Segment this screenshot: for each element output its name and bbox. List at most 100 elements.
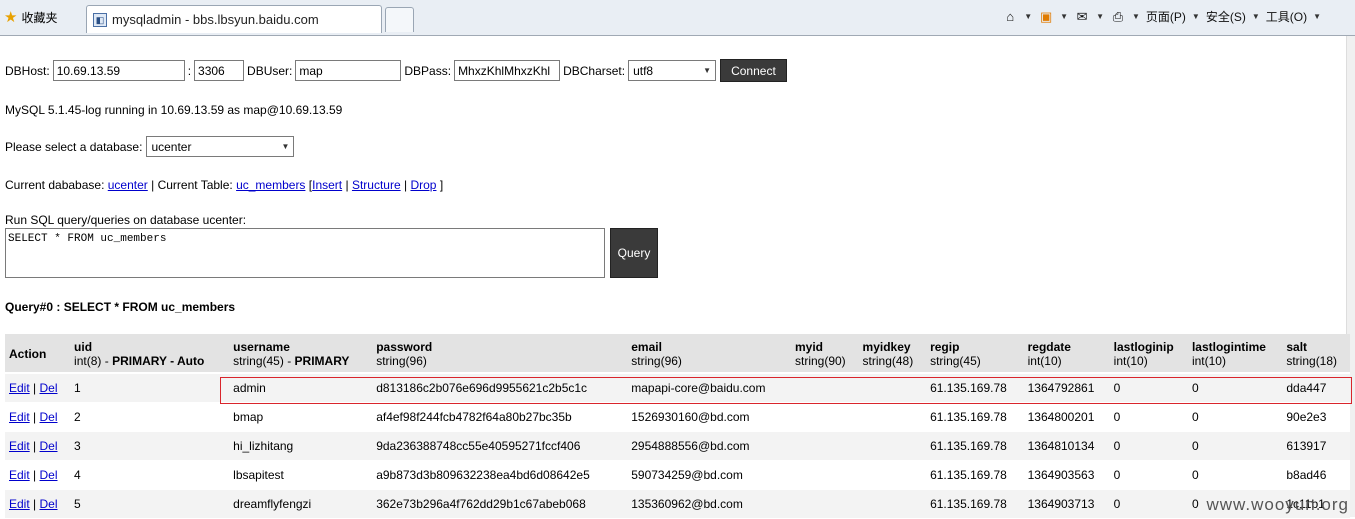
password-input[interactable]: [454, 60, 561, 81]
cell-regip: 61.135.169.78: [926, 431, 1024, 461]
delete-link[interactable]: Del: [40, 497, 58, 511]
chevron-down-icon[interactable]: ▼: [1132, 12, 1140, 21]
cell-email: mapapi-core@baidu.com: [627, 373, 791, 403]
column-type: string(45): [930, 354, 981, 368]
edit-link[interactable]: Edit: [9, 468, 30, 482]
column-name: lastlogintime: [1191, 340, 1266, 354]
edit-link[interactable]: Edit: [9, 439, 30, 453]
cell-password: af4ef98f244fcb4782f64a80b27bc35b: [372, 402, 628, 432]
favorites-button[interactable]: ★ 收藏夹: [4, 7, 57, 27]
drop-link[interactable]: Drop: [410, 178, 436, 192]
menu-tools[interactable]: 工具(O): [1266, 8, 1307, 25]
cell-regdate: 1364810134: [1023, 431, 1110, 461]
browser-toolbar: ★ 收藏夹 ◧ mysqladmin - bbs.lbsyun.baidu.co…: [0, 0, 1355, 36]
page-favicon-icon: ◧: [93, 12, 107, 27]
favorites-label: 收藏夹: [21, 10, 58, 25]
column-header-password: password string(96): [372, 334, 628, 374]
edit-link[interactable]: Edit: [9, 497, 30, 511]
row-actions: Edit | Del: [5, 373, 71, 403]
print-icon[interactable]: ⎙: [1110, 9, 1126, 25]
column-header-uid: uid int(8) - PRIMARY - Auto: [70, 334, 230, 374]
cell-email: 590734259@bd.com: [627, 460, 791, 490]
column-name: regdate: [1027, 340, 1071, 354]
chevron-down-icon: ▼: [281, 142, 290, 151]
bracket-close: ]: [439, 178, 444, 192]
query-result-title: Query#0 : SELECT * FROM uc_members: [5, 300, 236, 314]
delete-link[interactable]: Del: [40, 381, 58, 395]
cell-myid: [790, 431, 859, 461]
delete-link[interactable]: Del: [40, 468, 58, 482]
cell-uid: 5: [70, 489, 230, 519]
browser-tab-active[interactable]: ◧ mysqladmin - bbs.lbsyun.baidu.com: [86, 5, 382, 33]
row-actions: Edit | Del: [5, 460, 71, 490]
cell-regdate: 1364903713: [1023, 489, 1110, 519]
run-sql-label: Run SQL query/queries on database ucente…: [5, 213, 247, 227]
result-table: Action uid int(8) - PRIMARY - Auto usernam…: [5, 334, 1350, 519]
charset-select[interactable]: utf8 ▼: [628, 60, 717, 81]
user-input[interactable]: [295, 60, 402, 81]
cell-myid: [790, 402, 859, 432]
action-separator: |: [33, 381, 37, 395]
action-separator: |: [33, 410, 37, 424]
tab-title: mysqladmin - bbs.lbsyun.baidu.com: [112, 12, 319, 27]
connect-button[interactable]: Connect: [720, 59, 787, 82]
separator: |: [403, 178, 408, 192]
current-table-link[interactable]: uc_members: [236, 178, 305, 192]
structure-link[interactable]: Structure: [352, 178, 401, 192]
chevron-down-icon[interactable]: ▼: [1060, 12, 1068, 21]
cell-password: d813186c2b076e696d9955621c2b5c1c: [372, 373, 628, 403]
star-icon: ★: [4, 8, 18, 26]
cell-username: dreamflyfengzi: [229, 489, 373, 519]
cell-uid: 1: [70, 373, 230, 403]
new-tab-button[interactable]: [385, 7, 414, 32]
cell-password: 9da236388748cc55e40595271fccf406: [372, 431, 628, 461]
table-row: Edit | Del 2 bmap af4ef98f244fcb4782f64a80b…: [5, 402, 1350, 432]
port-separator: :: [187, 63, 192, 78]
chevron-down-icon[interactable]: ▼: [1313, 12, 1321, 21]
chevron-down-icon[interactable]: ▼: [1252, 12, 1260, 21]
current-table-label: | Current Table:: [151, 178, 233, 192]
current-db-link[interactable]: ucenter: [108, 178, 148, 192]
feeds-icon[interactable]: ▣: [1038, 9, 1054, 25]
cell-username: bmap: [229, 402, 373, 432]
home-icon[interactable]: ⌂: [1002, 9, 1018, 25]
delete-link[interactable]: Del: [40, 439, 58, 453]
cell-myid: [790, 373, 859, 403]
chevron-down-icon[interactable]: ▼: [1192, 12, 1200, 21]
edit-link[interactable]: Edit: [9, 381, 30, 395]
cell-salt: b8ad46: [1282, 460, 1350, 490]
insert-link[interactable]: Insert: [312, 178, 342, 192]
select-db-label: Please select a database:: [5, 139, 143, 154]
chevron-down-icon[interactable]: ▼: [1024, 12, 1032, 21]
sql-textarea[interactable]: SELECT * FROM uc_members: [5, 228, 605, 278]
column-name: password: [376, 340, 433, 354]
chevron-down-icon[interactable]: ▼: [1096, 12, 1104, 21]
cell-lastlogintime: 0: [1187, 402, 1283, 432]
edit-link[interactable]: Edit: [9, 410, 30, 424]
cell-email: 2954888556@bd.com: [627, 431, 791, 461]
column-type: int(10): [1027, 354, 1062, 368]
column-name: lastloginip: [1113, 340, 1174, 354]
cell-myidkey: [858, 489, 927, 519]
menu-safety[interactable]: 安全(S): [1206, 8, 1246, 25]
cell-lastloginip: 0: [1109, 402, 1188, 432]
column-header-salt: salt string(18): [1282, 334, 1350, 374]
column-name: username: [233, 340, 290, 354]
delete-link[interactable]: Del: [40, 410, 58, 424]
column-type: string(18): [1286, 354, 1338, 368]
column-header-username: username string(45) - PRIMARY: [229, 334, 373, 374]
cell-salt: 613917: [1282, 431, 1350, 461]
mail-icon[interactable]: ✉: [1074, 9, 1090, 25]
cell-regip: 61.135.169.78: [926, 489, 1024, 519]
cell-regdate: 1364792861: [1023, 373, 1110, 403]
current-db-label: Current dababase:: [5, 178, 105, 192]
action-header: Action: [5, 334, 71, 374]
cell-myidkey: [858, 460, 927, 490]
host-input[interactable]: [52, 60, 185, 81]
database-select[interactable]: ucenter ▼: [146, 136, 295, 157]
column-header-myidkey: myidkey string(48): [858, 334, 927, 374]
query-button[interactable]: Query: [610, 228, 658, 278]
port-input[interactable]: [194, 60, 245, 81]
menu-page[interactable]: 页面(P): [1146, 8, 1186, 25]
cell-uid: 4: [70, 460, 230, 490]
